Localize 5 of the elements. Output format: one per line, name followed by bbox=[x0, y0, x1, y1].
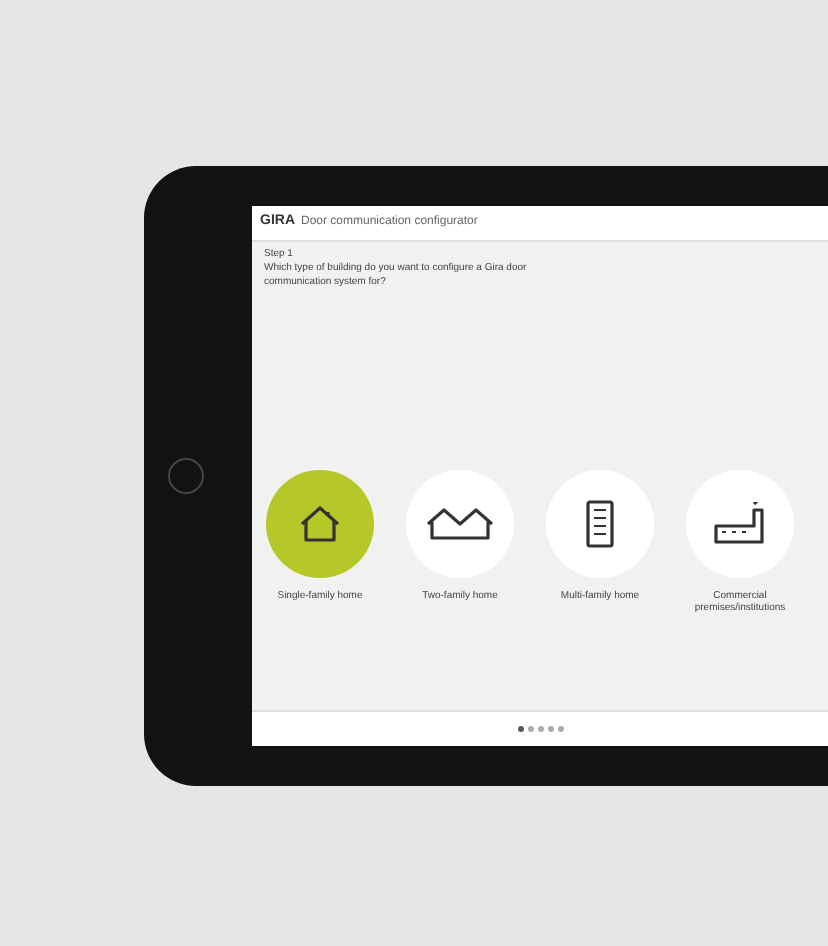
apartment-building-icon bbox=[586, 500, 614, 548]
double-house-icon bbox=[426, 506, 494, 542]
house-icon bbox=[298, 504, 342, 544]
building-option[interactable] bbox=[266, 470, 374, 578]
factory-icon bbox=[714, 502, 766, 546]
